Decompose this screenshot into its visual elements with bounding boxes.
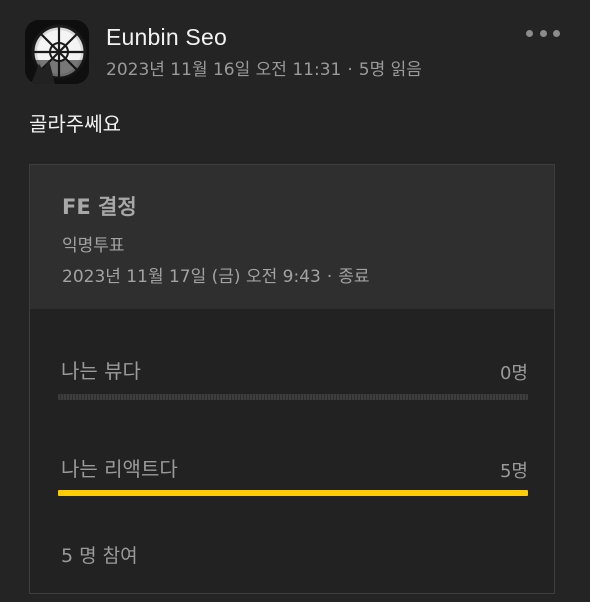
poll-option-label: 나는 뷰다 xyxy=(61,359,141,383)
poll-option-bar xyxy=(58,490,528,496)
avatar[interactable] xyxy=(25,20,89,84)
clock-window-avatar-image xyxy=(25,20,89,84)
poll-end-date: 2023년 11월 17일 (금) 오전 9:43 xyxy=(62,267,321,287)
poll-option-bar-fill xyxy=(58,490,528,496)
post-card: Eunbin Seo 2023년 11월 16일 오전 11:31 · 5명 읽음 … xyxy=(0,0,590,602)
poll-option-vue[interactable]: 나는 뷰다 0명 xyxy=(58,355,528,405)
poll-option-label: 나는 리액트다 xyxy=(61,457,178,481)
poll-option-count[interactable]: 5명 xyxy=(500,457,528,483)
poll-option-bar xyxy=(58,394,528,400)
meta-separator: · xyxy=(347,60,353,80)
read-count[interactable]: 5명 읽음 xyxy=(359,60,422,80)
poll-participants[interactable]: 5 명 참여 xyxy=(61,541,138,568)
poll-separator: · xyxy=(326,267,333,287)
more-horizontal-icon xyxy=(539,29,547,37)
post-content: 골라주쎄요 xyxy=(29,112,121,136)
more-horizontal-icon xyxy=(553,29,560,37)
poll-header: FE 결정 익명투표 2023년 11월 17일 (금) 오전 9:43 · 종료 xyxy=(30,165,554,309)
author-name[interactable]: Eunbin Seo xyxy=(106,24,227,51)
poll-end-info: 2023년 11월 17일 (금) 오전 9:43 · 종료 xyxy=(62,262,370,287)
poll-option-count[interactable]: 0명 xyxy=(500,359,528,385)
poll-option-react[interactable]: 나는 리액트다 5명 xyxy=(58,453,528,503)
poll-status: 종료 xyxy=(338,267,370,287)
more-options-button[interactable] xyxy=(526,26,560,40)
post-meta: 2023년 11월 16일 오전 11:31 · 5명 읽음 xyxy=(106,55,422,80)
post-date: 2023년 11월 16일 오전 11:31 xyxy=(106,60,342,80)
poll-title: FE 결정 xyxy=(62,195,137,219)
more-horizontal-icon xyxy=(526,29,533,37)
poll-type: 익명투표 xyxy=(62,236,125,256)
poll-card: FE 결정 익명투표 2023년 11월 17일 (금) 오전 9:43 · 종료 … xyxy=(29,164,555,594)
